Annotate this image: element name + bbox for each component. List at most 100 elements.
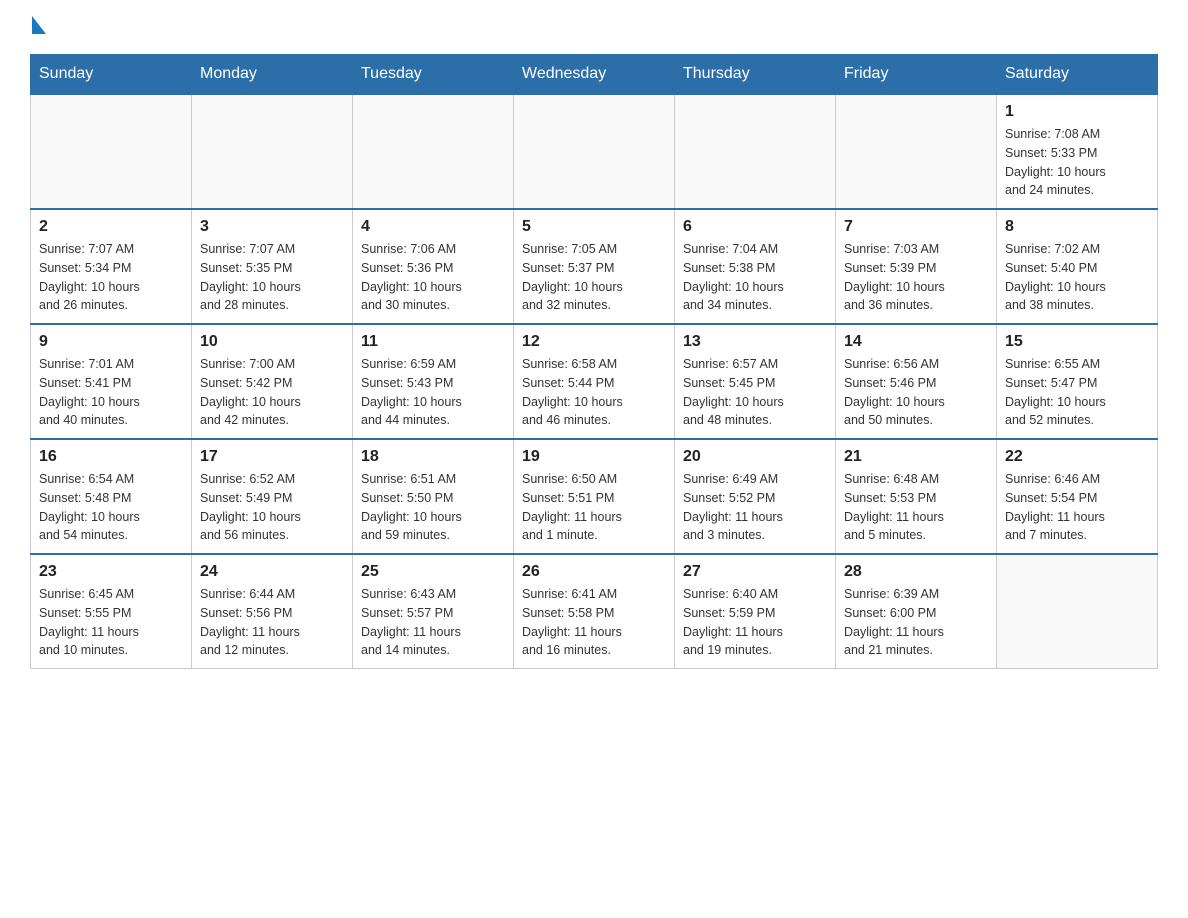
day-info: Sunrise: 7:07 AM Sunset: 5:35 PM Dayligh… bbox=[200, 240, 344, 315]
calendar-header-row: SundayMondayTuesdayWednesdayThursdayFrid… bbox=[31, 55, 1158, 95]
day-cell: 5 Sunrise: 7:05 AM Sunset: 5:37 PM Daylig… bbox=[514, 209, 675, 324]
day-cell: 4Sunrise: 7:06 AM Sunset: 5:36 PM Daylig… bbox=[353, 209, 514, 324]
week-row-4: 16 Sunrise: 6:54 AM Sunset: 5:48 PM Dayli… bbox=[31, 439, 1158, 554]
day-info: Sunrise: 6:50 AM Sunset: 5:51 PM Dayligh… bbox=[522, 470, 666, 545]
day-cell: 12 Sunrise: 6:58 AM Sunset: 5:44 PM Dayli… bbox=[514, 324, 675, 439]
day-cell: 9Sunrise: 7:01 AM Sunset: 5:41 PM Daylig… bbox=[31, 324, 192, 439]
day-number: 6 bbox=[683, 218, 827, 236]
day-cell bbox=[353, 94, 514, 209]
day-cell bbox=[997, 554, 1158, 669]
day-info: Sunrise: 6:44 AM Sunset: 5:56 PM Dayligh… bbox=[200, 585, 344, 660]
day-cell: 28 Sunrise: 6:39 AM Sunset: 6:00 PM Dayli… bbox=[836, 554, 997, 669]
day-number: 27 bbox=[683, 563, 827, 581]
week-row-5: 23 Sunrise: 6:45 AM Sunset: 5:55 PM Dayli… bbox=[31, 554, 1158, 669]
day-cell: 17 Sunrise: 6:52 AM Sunset: 5:49 PM Dayli… bbox=[192, 439, 353, 554]
day-info: Sunrise: 7:03 AM Sunset: 5:39 PM Dayligh… bbox=[844, 240, 988, 315]
day-cell: 15 Sunrise: 6:55 AM Sunset: 5:47 PM Dayli… bbox=[997, 324, 1158, 439]
day-cell: 19 Sunrise: 6:50 AM Sunset: 5:51 PM Dayli… bbox=[514, 439, 675, 554]
logo bbox=[30, 20, 46, 34]
day-cell bbox=[675, 94, 836, 209]
day-info: Sunrise: 6:45 AM Sunset: 5:55 PM Dayligh… bbox=[39, 585, 183, 660]
day-info: Sunrise: 6:59 AM Sunset: 5:43 PM Dayligh… bbox=[361, 355, 505, 430]
day-info: Sunrise: 6:56 AM Sunset: 5:46 PM Dayligh… bbox=[844, 355, 988, 430]
header-friday: Friday bbox=[836, 55, 997, 95]
day-number: 25 bbox=[361, 563, 505, 581]
day-cell: 23 Sunrise: 6:45 AM Sunset: 5:55 PM Dayli… bbox=[31, 554, 192, 669]
day-info: Sunrise: 6:39 AM Sunset: 6:00 PM Dayligh… bbox=[844, 585, 988, 660]
day-info: Sunrise: 6:48 AM Sunset: 5:53 PM Dayligh… bbox=[844, 470, 988, 545]
day-info: Sunrise: 7:04 AM Sunset: 5:38 PM Dayligh… bbox=[683, 240, 827, 315]
week-row-2: 2 Sunrise: 7:07 AM Sunset: 5:34 PM Daylig… bbox=[31, 209, 1158, 324]
day-number: 14 bbox=[844, 333, 988, 351]
day-info: Sunrise: 7:00 AM Sunset: 5:42 PM Dayligh… bbox=[200, 355, 344, 430]
day-info: Sunrise: 6:41 AM Sunset: 5:58 PM Dayligh… bbox=[522, 585, 666, 660]
week-row-1: 1 Sunrise: 7:08 AM Sunset: 5:33 PM Daylig… bbox=[31, 94, 1158, 209]
day-number: 10 bbox=[200, 333, 344, 351]
header-monday: Monday bbox=[192, 55, 353, 95]
day-number: 15 bbox=[1005, 333, 1149, 351]
day-cell: 10 Sunrise: 7:00 AM Sunset: 5:42 PM Dayli… bbox=[192, 324, 353, 439]
day-number: 5 bbox=[522, 218, 666, 236]
day-number: 1 bbox=[1005, 103, 1149, 121]
day-cell: 1 Sunrise: 7:08 AM Sunset: 5:33 PM Daylig… bbox=[997, 94, 1158, 209]
day-cell: 2 Sunrise: 7:07 AM Sunset: 5:34 PM Daylig… bbox=[31, 209, 192, 324]
day-cell: 7 Sunrise: 7:03 AM Sunset: 5:39 PM Daylig… bbox=[836, 209, 997, 324]
day-cell bbox=[514, 94, 675, 209]
day-cell: 27 Sunrise: 6:40 AM Sunset: 5:59 PM Dayli… bbox=[675, 554, 836, 669]
day-number: 7 bbox=[844, 218, 988, 236]
day-info: Sunrise: 6:54 AM Sunset: 5:48 PM Dayligh… bbox=[39, 470, 183, 545]
day-cell: 22 Sunrise: 6:46 AM Sunset: 5:54 PM Dayli… bbox=[997, 439, 1158, 554]
day-number: 4 bbox=[361, 218, 505, 236]
day-cell: 8Sunrise: 7:02 AM Sunset: 5:40 PM Daylig… bbox=[997, 209, 1158, 324]
logo-arrow-icon bbox=[32, 16, 46, 34]
header-sunday: Sunday bbox=[31, 55, 192, 95]
day-number: 19 bbox=[522, 448, 666, 466]
day-number: 21 bbox=[844, 448, 988, 466]
day-cell: 11 Sunrise: 6:59 AM Sunset: 5:43 PM Dayli… bbox=[353, 324, 514, 439]
calendar-table: SundayMondayTuesdayWednesdayThursdayFrid… bbox=[30, 54, 1158, 669]
day-number: 17 bbox=[200, 448, 344, 466]
day-cell: 26 Sunrise: 6:41 AM Sunset: 5:58 PM Dayli… bbox=[514, 554, 675, 669]
week-row-3: 9Sunrise: 7:01 AM Sunset: 5:41 PM Daylig… bbox=[31, 324, 1158, 439]
day-number: 26 bbox=[522, 563, 666, 581]
day-number: 24 bbox=[200, 563, 344, 581]
day-number: 3 bbox=[200, 218, 344, 236]
day-number: 23 bbox=[39, 563, 183, 581]
day-info: Sunrise: 6:57 AM Sunset: 5:45 PM Dayligh… bbox=[683, 355, 827, 430]
day-cell: 14 Sunrise: 6:56 AM Sunset: 5:46 PM Dayli… bbox=[836, 324, 997, 439]
day-info: Sunrise: 7:01 AM Sunset: 5:41 PM Dayligh… bbox=[39, 355, 183, 430]
day-cell bbox=[192, 94, 353, 209]
day-number: 2 bbox=[39, 218, 183, 236]
header-thursday: Thursday bbox=[675, 55, 836, 95]
day-info: Sunrise: 6:40 AM Sunset: 5:59 PM Dayligh… bbox=[683, 585, 827, 660]
day-info: Sunrise: 6:46 AM Sunset: 5:54 PM Dayligh… bbox=[1005, 470, 1149, 545]
day-info: Sunrise: 7:08 AM Sunset: 5:33 PM Dayligh… bbox=[1005, 125, 1149, 200]
day-info: Sunrise: 6:49 AM Sunset: 5:52 PM Dayligh… bbox=[683, 470, 827, 545]
day-cell: 16 Sunrise: 6:54 AM Sunset: 5:48 PM Dayli… bbox=[31, 439, 192, 554]
day-cell: 18Sunrise: 6:51 AM Sunset: 5:50 PM Dayli… bbox=[353, 439, 514, 554]
day-info: Sunrise: 6:55 AM Sunset: 5:47 PM Dayligh… bbox=[1005, 355, 1149, 430]
day-cell bbox=[836, 94, 997, 209]
day-number: 28 bbox=[844, 563, 988, 581]
day-info: Sunrise: 6:43 AM Sunset: 5:57 PM Dayligh… bbox=[361, 585, 505, 660]
day-cell: 24 Sunrise: 6:44 AM Sunset: 5:56 PM Dayli… bbox=[192, 554, 353, 669]
day-info: Sunrise: 7:07 AM Sunset: 5:34 PM Dayligh… bbox=[39, 240, 183, 315]
day-cell: 21 Sunrise: 6:48 AM Sunset: 5:53 PM Dayli… bbox=[836, 439, 997, 554]
day-number: 12 bbox=[522, 333, 666, 351]
header-tuesday: Tuesday bbox=[353, 55, 514, 95]
day-cell: 25 Sunrise: 6:43 AM Sunset: 5:57 PM Dayli… bbox=[353, 554, 514, 669]
day-number: 20 bbox=[683, 448, 827, 466]
day-info: Sunrise: 7:02 AM Sunset: 5:40 PM Dayligh… bbox=[1005, 240, 1149, 315]
day-number: 11 bbox=[361, 333, 505, 351]
day-cell: 13 Sunrise: 6:57 AM Sunset: 5:45 PM Dayli… bbox=[675, 324, 836, 439]
header-wednesday: Wednesday bbox=[514, 55, 675, 95]
day-number: 22 bbox=[1005, 448, 1149, 466]
day-number: 16 bbox=[39, 448, 183, 466]
day-info: Sunrise: 7:05 AM Sunset: 5:37 PM Dayligh… bbox=[522, 240, 666, 315]
day-info: Sunrise: 6:52 AM Sunset: 5:49 PM Dayligh… bbox=[200, 470, 344, 545]
day-cell bbox=[31, 94, 192, 209]
day-number: 13 bbox=[683, 333, 827, 351]
day-cell: 6 Sunrise: 7:04 AM Sunset: 5:38 PM Daylig… bbox=[675, 209, 836, 324]
day-info: Sunrise: 6:58 AM Sunset: 5:44 PM Dayligh… bbox=[522, 355, 666, 430]
day-info: Sunrise: 6:51 AM Sunset: 5:50 PM Dayligh… bbox=[361, 470, 505, 545]
